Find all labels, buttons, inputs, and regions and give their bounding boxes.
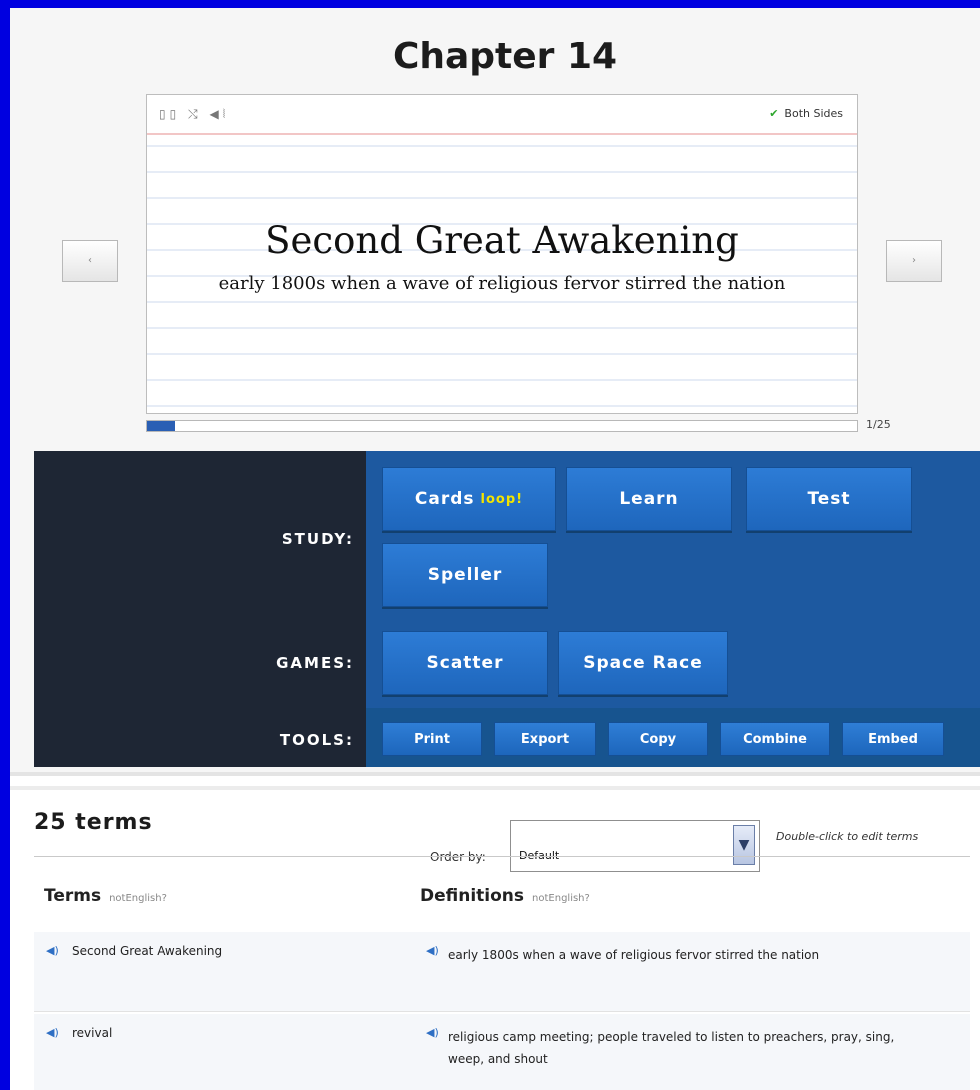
page-frame: Chapter 14 ‹ › ▯▯ ⤭ ◀⦚ ✔ Both Sides Secon…	[10, 8, 980, 1090]
progress-fill	[147, 421, 176, 431]
shuffle-icon[interactable]: ⤭	[188, 107, 202, 122]
study-labels-column	[34, 451, 366, 767]
previous-card-button[interactable]: ‹	[62, 240, 118, 282]
both-sides-toggle[interactable]: ✔ Both Sides	[769, 107, 843, 120]
games-label: GAMES:	[276, 654, 354, 672]
export-button[interactable]: Export	[494, 722, 596, 756]
term-row[interactable]: ◀) Second Great Awakening ◀) early 1800s…	[34, 932, 970, 1012]
flashcard[interactable]: ▯▯ ⤭ ◀⦚ ✔ Both Sides Second Great Awakeni…	[146, 94, 858, 414]
combine-button[interactable]: Combine	[720, 722, 830, 756]
terms-not-english-link[interactable]: notEnglish?	[109, 893, 167, 904]
card-toolbar: ▯▯ ⤭ ◀⦚ ✔ Both Sides	[147, 95, 857, 135]
space-race-button[interactable]: Space Race	[558, 631, 728, 695]
term-row[interactable]: ◀) revival ◀) religious camp meeting; pe…	[34, 1014, 970, 1090]
progress-count: 1/25	[866, 418, 891, 431]
card-progress-bar	[146, 420, 858, 432]
study-label: STUDY:	[281, 530, 354, 548]
order-by-label: Order by:	[430, 850, 486, 864]
order-by-select[interactable]: Default ▼	[510, 820, 760, 872]
term-text: Second Great Awakening	[72, 944, 223, 958]
loop-badge: loop!	[480, 491, 524, 507]
definition-text: early 1800s when a wave of religious fer…	[448, 948, 820, 962]
study-panel: STUDY: GAMES: TOOLS: Cards loop! Learn Te…	[34, 451, 980, 767]
chevron-down-icon[interactable]: ▼	[733, 825, 755, 865]
copy-button[interactable]: Copy	[608, 722, 708, 756]
terms-panel: 25 terms Order by: Default ▼ Double-clic…	[10, 786, 980, 1090]
speaker-icon[interactable]: ◀)	[46, 1026, 60, 1039]
tools-label: TOOLS:	[279, 731, 354, 749]
checkmark-icon: ✔	[769, 107, 779, 120]
shuffle-grid-icon[interactable]: ▯▯	[159, 107, 180, 121]
term-text: revival	[72, 1026, 113, 1040]
cards-label: Cards	[414, 489, 475, 509]
speaker-icon[interactable]: ◀)	[426, 944, 440, 957]
learn-button[interactable]: Learn	[566, 467, 732, 531]
scatter-button[interactable]: Scatter	[382, 631, 548, 695]
print-button[interactable]: Print	[382, 722, 482, 756]
page-title: Chapter 14	[392, 36, 618, 77]
terms-header-label: Terms	[44, 886, 102, 906]
cards-button[interactable]: Cards loop!	[382, 467, 556, 531]
next-card-button[interactable]: ›	[886, 240, 942, 282]
card-definition: early 1800s when a wave of religious fer…	[218, 273, 786, 294]
flashcard-panel: Chapter 14 ‹ › ▯▯ ⤭ ◀⦚ ✔ Both Sides Secon…	[10, 8, 980, 776]
speaker-icon[interactable]: ◀)	[46, 944, 60, 957]
speaker-mute-icon[interactable]: ◀⦚	[209, 107, 229, 122]
speaker-icon[interactable]: ◀)	[426, 1026, 440, 1039]
card-term: Second Great Awakening	[265, 219, 739, 262]
test-button[interactable]: Test	[746, 467, 912, 531]
definition-text: religious camp meeting; people traveled …	[448, 1030, 895, 1066]
terms-column-header: Terms notEnglish?	[44, 886, 167, 906]
definitions-not-english-link[interactable]: notEnglish?	[532, 893, 590, 904]
embed-button[interactable]: Embed	[842, 722, 944, 756]
definitions-header-label: Definitions	[420, 886, 525, 906]
both-sides-label: Both Sides	[784, 107, 843, 120]
edit-hint: Double-click to edit terms	[776, 830, 919, 843]
speller-button[interactable]: Speller	[382, 543, 548, 607]
card-tools: ▯▯ ⤭ ◀⦚	[159, 107, 229, 122]
definitions-column-header: Definitions notEnglish?	[420, 886, 590, 906]
terms-count: 25 terms	[34, 810, 153, 835]
divider	[34, 856, 970, 857]
